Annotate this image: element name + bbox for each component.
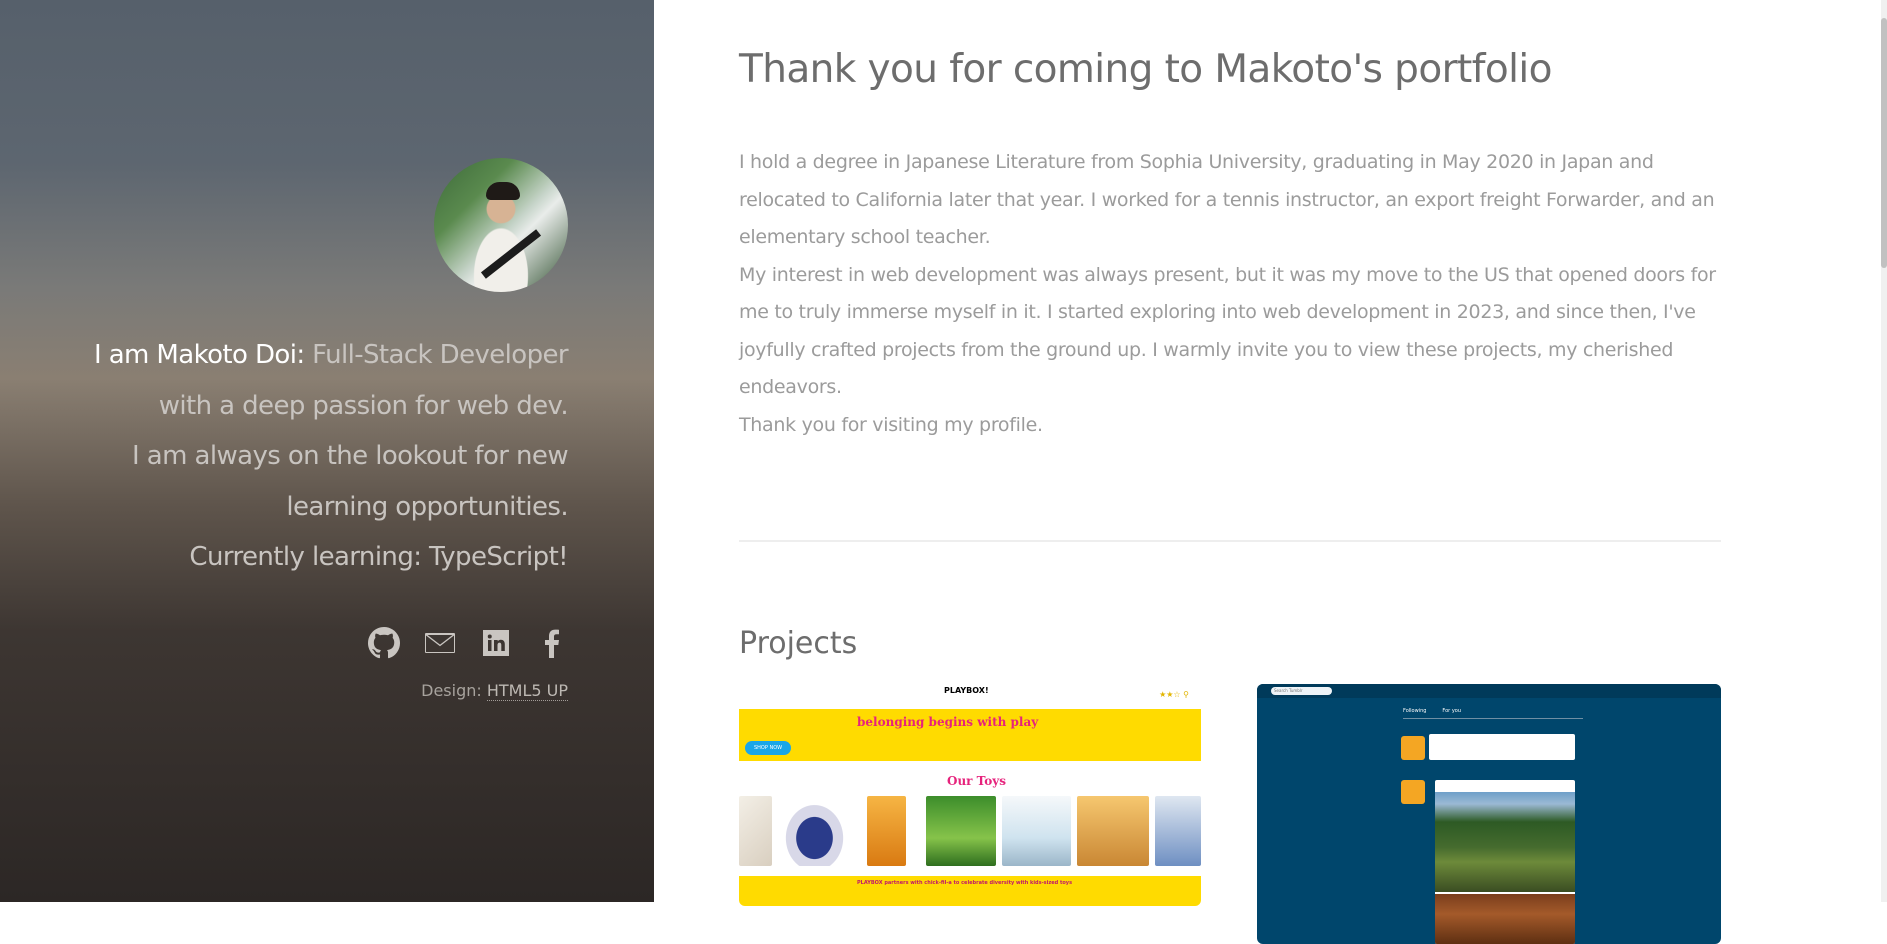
tumblr-tabs: Following For you (1403, 708, 1477, 714)
about-paragraph-2: My interest in web development was alway… (739, 263, 1716, 399)
avatar (434, 158, 568, 292)
toy-image (777, 796, 852, 866)
tab-for-you: For you (1442, 708, 1462, 714)
playbox-section-title: Our Toys (947, 774, 1006, 788)
intro-name: I am Makoto Doi: (93, 340, 305, 370)
about-paragraph-1: I hold a degree in Japanese Literature f… (739, 151, 1715, 248)
project-card-tumblr-clone[interactable]: Search Tumblr Following For you (1257, 684, 1721, 944)
about-section: I hold a degree in Japanese Literature f… (739, 144, 1721, 444)
tumblr-post-avatar (1401, 780, 1425, 804)
page-scrollbar[interactable] (1881, 0, 1887, 902)
credit-label: Design: (421, 680, 487, 700)
playbox-logo: PLAYBOX! (944, 686, 989, 695)
tumblr-search-input: Search Tumblr (1271, 687, 1332, 695)
tumblr-post-card (1435, 780, 1575, 944)
tumblr-compose-bar (1429, 734, 1575, 760)
design-credit: Design: HTML5 UP (48, 680, 568, 701)
playbox-header-icons: ★★☆ ⚲ (1159, 690, 1189, 699)
tumblr-topbar: Search Tumblr (1257, 684, 1721, 698)
main-wrap: Thank you for coming to Makoto's portfol… (739, 40, 1721, 944)
page-title: Thank you for coming to Makoto's portfol… (739, 47, 1552, 92)
intro-current: Currently learning: TypeScript! (189, 542, 568, 572)
intro-learning: I am always on the lookout for new learn… (132, 441, 569, 522)
avatar-strap-shape (480, 229, 542, 279)
section-divider (739, 540, 1721, 542)
social-links (48, 626, 568, 659)
playbox-header: PLAYBOX! ★★☆ ⚲ (739, 684, 1201, 708)
playbox-banner: belonging begins with play SHOP NOW (739, 709, 1201, 761)
project-grid: PLAYBOX! ★★☆ ⚲ belonging begins with pla… (739, 684, 1721, 944)
playbox-banner-title: belonging begins with play (857, 715, 1039, 729)
projects-heading: Projects (739, 626, 858, 661)
toy-image (1001, 796, 1072, 866)
intro-text: I am Makoto Doi: Full-Stack Developer wi… (48, 330, 569, 583)
about-paragraph-3: Thank you for visiting my profile. (739, 413, 1043, 436)
toy-image (867, 796, 906, 866)
playbox-shop-button: SHOP NOW (745, 741, 792, 755)
linkedin-icon[interactable] (480, 627, 512, 659)
toy-image (739, 796, 772, 866)
tumblr-post-image (1435, 792, 1575, 892)
sidebar-content: I am Makoto Doi: Full-Stack Developer wi… (48, 158, 569, 701)
playbox-footer-text: PLAYBOX partners with chick-fil-a to cel… (857, 880, 1073, 886)
sidebar: I am Makoto Doi: Full-Stack Developer wi… (0, 0, 654, 902)
github-icon[interactable] (368, 626, 400, 659)
tumblr-tab-divider (1403, 718, 1583, 719)
html5up-link[interactable]: HTML5 UP (486, 680, 568, 701)
tab-following: Following (1403, 708, 1427, 714)
facebook-icon[interactable] (536, 627, 568, 659)
email-icon[interactable] (424, 627, 456, 659)
toy-image (1077, 796, 1149, 866)
scrollbar-thumb[interactable] (1881, 18, 1887, 268)
tumblr-avatar (1401, 736, 1425, 760)
playbox-toy-row (739, 796, 1201, 872)
main-content: Thank you for coming to Makoto's portfol… (654, 0, 1887, 944)
project-card-playbox[interactable]: PLAYBOX! ★★☆ ⚲ belonging begins with pla… (739, 684, 1201, 906)
toy-image (1154, 796, 1201, 866)
toy-image (925, 796, 996, 866)
avatar-hair-shape (486, 182, 520, 200)
